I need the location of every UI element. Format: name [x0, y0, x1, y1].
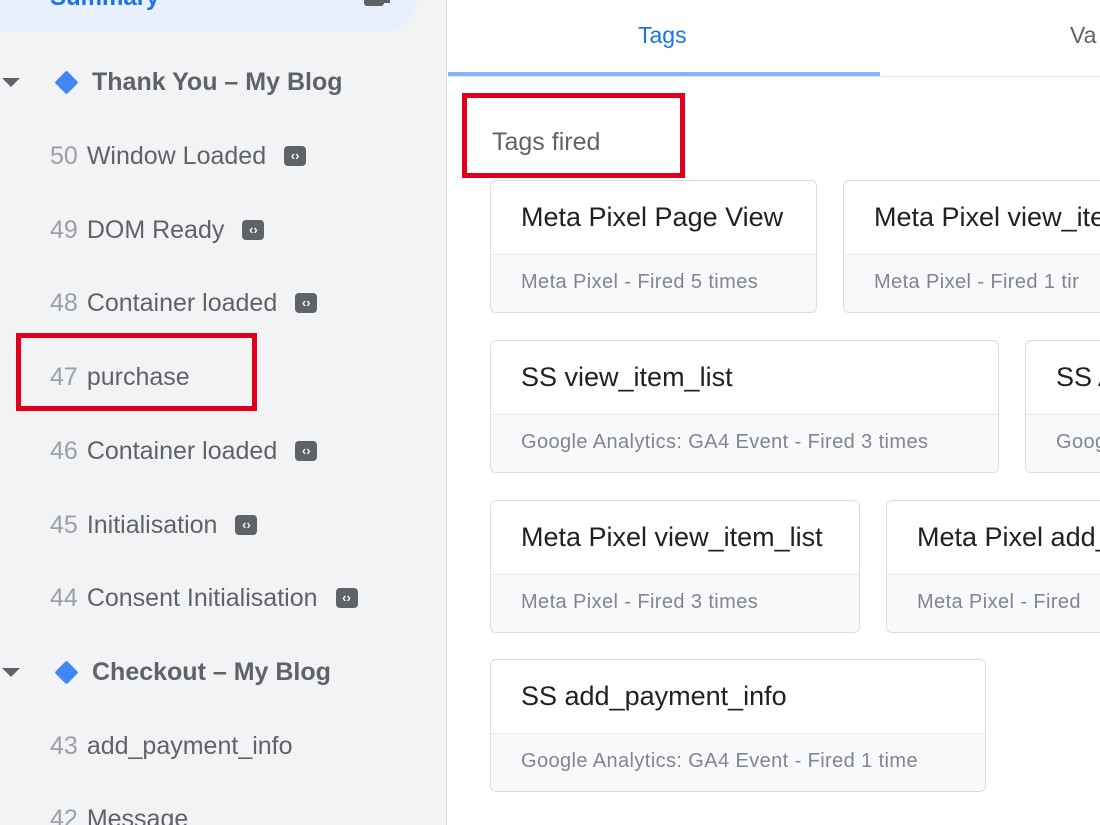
tag-name: SS view_item_list [521, 362, 733, 392]
event-number: 46 [50, 436, 78, 465]
event-item-45[interactable]: 45 Initialisation [50, 505, 258, 545]
event-name: Message [86, 804, 189, 825]
tag-card[interactable]: Meta Pixel Page View Meta Pixel - Fired … [490, 180, 817, 313]
event-name: Initialisation [86, 510, 218, 539]
event-name: Consent Initialisation [86, 583, 318, 612]
highlight-box-purchase [16, 333, 257, 411]
tag-footer: Meta Pixel - Fired 1 tir [844, 254, 1100, 312]
event-group-thank-you[interactable]: Thank You – My Blog [0, 62, 446, 102]
main-panel: Tags Va Tags fired Meta Pixel Page View … [448, 0, 1100, 825]
active-tab-indicator [448, 72, 880, 76]
event-item-50[interactable]: 50 Window Loaded [50, 136, 307, 176]
code-tag-icon [242, 220, 265, 240]
event-number: 43 [50, 731, 78, 760]
tag-footer: Google Analytics: GA4 Event - Fired 3 ti… [491, 414, 998, 472]
tag-fire-info: Goog [1056, 431, 1100, 453]
tag-name: Meta Pixel view_ite [874, 202, 1100, 232]
tag-footer: Goog [1026, 414, 1100, 472]
event-number: 49 [50, 215, 78, 244]
sidebar: Summary Thank You – My Blog 50 Window Lo… [0, 0, 447, 825]
tag-name: SS A [1056, 362, 1100, 392]
code-tag-icon [235, 515, 258, 535]
summary-label: Summary [50, 0, 159, 12]
event-name: Container loaded [86, 436, 278, 465]
diamond-icon [54, 70, 79, 95]
tab-variables[interactable]: Va [1070, 22, 1096, 49]
summary-icon [364, 0, 390, 6]
event-item-49[interactable]: 49 DOM Ready [50, 210, 265, 250]
event-group-title: Thank You – My Blog [92, 68, 343, 96]
diamond-icon [54, 660, 79, 685]
tag-card[interactable]: Meta Pixel add_ Meta Pixel - Fired [886, 500, 1100, 633]
event-name: Window Loaded [86, 141, 267, 170]
tag-card[interactable]: Meta Pixel view_item_list Meta Pixel - F… [490, 500, 860, 633]
event-group-checkout[interactable]: Checkout – My Blog [0, 652, 446, 692]
tag-fire-info: Google Analytics: GA4 Event - Fired 1 ti… [521, 750, 918, 772]
event-group-title: Checkout – My Blog [92, 658, 331, 686]
tag-name: SS add_payment_info [521, 681, 787, 711]
tag-footer: Meta Pixel - Fired [887, 574, 1100, 632]
event-item-43[interactable]: 43 add_payment_info [50, 726, 293, 766]
tag-fire-info: Meta Pixel - Fired [917, 591, 1081, 613]
tag-footer: Google Analytics: GA4 Event - Fired 1 ti… [491, 733, 985, 791]
tag-name: Meta Pixel add_ [917, 522, 1100, 552]
event-number: 50 [50, 141, 78, 170]
tag-footer: Meta Pixel - Fired 5 times [491, 254, 816, 312]
caret-down-icon[interactable] [2, 78, 20, 87]
event-item-46[interactable]: 46 Container loaded [50, 431, 318, 471]
highlight-box-tags-fired [462, 93, 685, 178]
event-item-44[interactable]: 44 Consent Initialisation [50, 578, 358, 618]
event-number: 45 [50, 510, 78, 539]
tag-card[interactable]: SS add_payment_info Google Analytics: GA… [490, 659, 986, 792]
event-name: Container loaded [86, 288, 278, 317]
caret-down-icon[interactable] [2, 668, 20, 677]
event-name: add_payment_info [86, 731, 293, 760]
tab-bar: Tags Va [448, 0, 1100, 77]
tag-name: Meta Pixel Page View [521, 202, 784, 232]
tag-fire-info: Google Analytics: GA4 Event - Fired 3 ti… [521, 431, 929, 453]
tag-footer: Meta Pixel - Fired 3 times [491, 574, 859, 632]
code-tag-icon [295, 441, 318, 461]
event-item-42[interactable]: 42 Message [50, 799, 188, 825]
event-name: DOM Ready [86, 215, 225, 244]
event-number: 42 [50, 804, 78, 825]
event-number: 48 [50, 288, 78, 317]
event-number: 44 [50, 583, 78, 612]
tab-tags[interactable]: Tags [638, 22, 687, 49]
event-item-48[interactable]: 48 Container loaded [50, 283, 318, 323]
tag-fire-info: Meta Pixel - Fired 3 times [521, 591, 759, 613]
tag-name: Meta Pixel view_item_list [521, 522, 823, 552]
tag-card[interactable]: Meta Pixel view_ite Meta Pixel - Fired 1… [843, 180, 1100, 313]
tag-card[interactable]: SS view_item_list Google Analytics: GA4 … [490, 340, 999, 473]
tag-card[interactable]: SS A Goog [1025, 340, 1100, 473]
tag-fire-info: Meta Pixel - Fired 5 times [521, 271, 759, 293]
tag-fire-info: Meta Pixel - Fired 1 tir [874, 271, 1080, 293]
code-tag-icon [284, 146, 307, 166]
code-tag-icon [295, 293, 318, 313]
code-tag-icon [335, 588, 358, 608]
